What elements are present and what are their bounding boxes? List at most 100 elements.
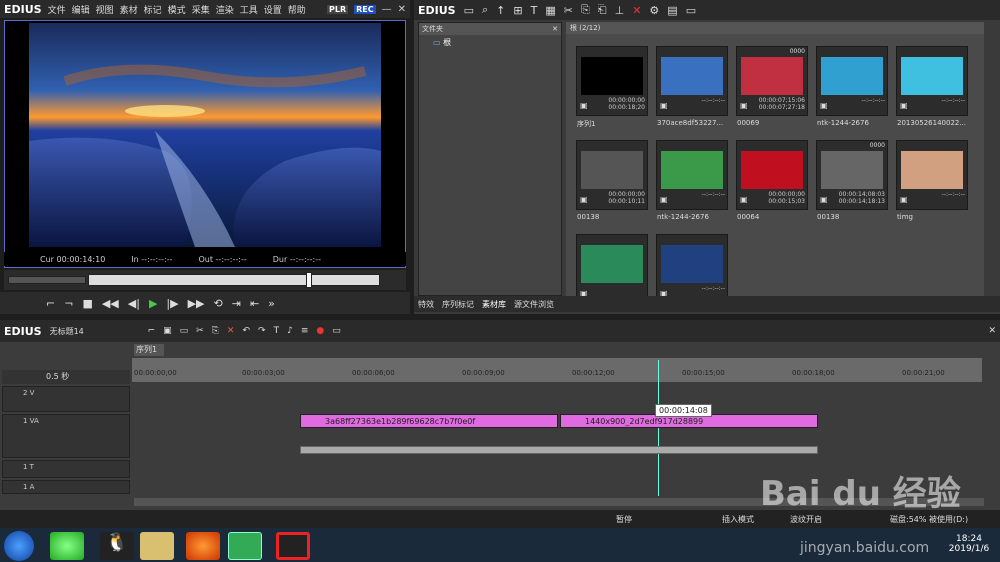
menu-edit[interactable]: 编辑 [72, 3, 90, 16]
qq-icon[interactable]: 🐧 [100, 532, 134, 560]
save-icon[interactable]: ▭ [180, 326, 189, 336]
clip-card[interactable]: 00:00:00;00 00:00:15;03 ▣ 00064 [736, 140, 808, 221]
set-out-icon[interactable]: ¬ [64, 297, 73, 310]
overwrite-icon[interactable]: ⇤ [250, 297, 259, 310]
track-header-1a[interactable]: 1 A [2, 480, 130, 494]
clip-card[interactable]: ▣ [576, 234, 648, 304]
clip-card[interactable]: 0000 00:00:14;08:03 00:00:14;18:13 ▣ 00138 [816, 140, 888, 221]
position-handle[interactable] [306, 272, 312, 288]
start-button[interactable] [4, 531, 34, 561]
properties-icon[interactable]: ⚙ [649, 4, 659, 17]
open-icon[interactable]: ▣ [163, 326, 172, 336]
folder-root[interactable]: ▭ 根 [419, 35, 561, 50]
360-browser-icon[interactable] [50, 532, 84, 560]
edius-taskbar-icon[interactable] [228, 532, 262, 560]
zoom-control[interactable]: 0.5 秒 [2, 370, 130, 384]
track-header-2v[interactable]: 2 V [2, 386, 130, 412]
fast-forward-icon[interactable]: ▶▶ [188, 297, 205, 310]
folder-close-icon[interactable]: ✕ [552, 23, 558, 35]
tab-seq-markers[interactable]: 序列标记 [442, 299, 474, 310]
clip-card[interactable]: 0000 00:00:07;15:06 00:00:07;27:18 ▣ 00069 [736, 46, 808, 127]
menu-render[interactable]: 渲染 [216, 3, 234, 16]
clip-thumbnail [661, 151, 723, 189]
stop-icon[interactable]: ■ [82, 297, 92, 310]
mixer-icon[interactable]: ≡ [301, 326, 309, 336]
menu-file[interactable]: 文件 [48, 3, 66, 16]
menu-settings[interactable]: 设置 [264, 3, 282, 16]
cut-icon[interactable]: ✂ [564, 4, 573, 17]
shuttle-slider[interactable] [8, 276, 86, 284]
tab-source-browser[interactable]: 源文件浏览 [514, 299, 554, 310]
menu-mode[interactable]: 模式 [168, 3, 186, 16]
clip-name: 00138 [817, 213, 840, 221]
play-icon[interactable]: ▶ [149, 297, 157, 310]
step-forward-icon[interactable]: |▶ [166, 297, 178, 310]
scrub-bar[interactable] [4, 270, 406, 290]
folder-icon[interactable]: ▭ [464, 4, 474, 17]
delete-tl-icon[interactable]: ✕ [227, 326, 235, 336]
timeline-ruler[interactable]: 00:00:00;00 00:00:03;00 00:00:06;00 00:0… [132, 358, 982, 382]
status-insert[interactable]: 插入模式 [722, 514, 754, 525]
clip-card[interactable]: 00:00:00;00 00:00:10;11 ▣ 00138 [576, 140, 648, 221]
close-icon[interactable]: ✕ [398, 4, 410, 15]
search-icon[interactable]: ⌕ [482, 3, 488, 17]
add-clip-icon[interactable]: ⊞ [513, 4, 522, 17]
redo-icon[interactable]: ↷ [258, 326, 266, 336]
mic-icon[interactable]: ♪ [287, 326, 293, 336]
rec-toggle[interactable]: REC [354, 4, 376, 14]
timeline-clip[interactable]: 3a68ff27363e1b289f69628c7b7f0e0f [300, 414, 558, 428]
clip-card[interactable]: --:--:--:-- ▣ 370ace8df53227... [656, 46, 728, 127]
render-icon[interactable]: ● [316, 326, 324, 336]
copy-icon[interactable]: ⎘ [581, 3, 590, 17]
title-icon[interactable]: T [531, 4, 538, 17]
up-icon[interactable]: ↑ [496, 4, 505, 17]
title-tl-icon[interactable]: T [274, 326, 280, 336]
menu-tools[interactable]: 工具 [240, 3, 258, 16]
track-header-1t[interactable]: 1 T [2, 460, 130, 478]
track-header-1va[interactable]: 1 VA [2, 414, 130, 458]
explorer-icon[interactable] [140, 532, 174, 560]
timeline-close-icon[interactable]: ✕ [988, 326, 1000, 336]
color-bar-icon[interactable]: ▦ [545, 4, 555, 17]
clip-card[interactable]: --:--:--:-- ▣ ntk-1244-2676 [656, 140, 728, 221]
minimize-icon[interactable]: — [382, 4, 392, 15]
cut-tl-icon[interactable]: ✂ [196, 326, 204, 336]
bin-window-icon[interactable]: ▭ [686, 4, 696, 17]
playhead[interactable] [658, 360, 659, 496]
clip-card[interactable]: --:--:--:-- ▣ ntk-1244-2676 [816, 46, 888, 127]
clip-card[interactable]: --:--:--:-- ▣ timg [896, 140, 968, 221]
root-folder-icon: ▭ [433, 38, 441, 47]
menu-marker[interactable]: 标记 [144, 3, 162, 16]
position-slider[interactable] [88, 274, 380, 286]
menu-clip[interactable]: 素材 [120, 3, 138, 16]
layout-icon[interactable]: ▭ [332, 326, 341, 336]
tab-effects[interactable]: 特效 [418, 299, 434, 310]
copy-tl-icon[interactable]: ⎘ [212, 326, 219, 336]
menu-capture[interactable]: 采集 [192, 3, 210, 16]
menu-help[interactable]: 帮助 [288, 3, 306, 16]
firefox-icon[interactable] [186, 532, 220, 560]
plr-toggle[interactable]: PLR [326, 4, 349, 14]
insert-icon[interactable]: ⇥ [232, 297, 241, 310]
delete-icon[interactable]: ✕ [632, 4, 641, 17]
sequence-tab[interactable]: 序列1 [134, 344, 164, 356]
view-icon[interactable]: ▤ [667, 4, 677, 17]
more-icon[interactable]: » [268, 297, 275, 310]
new-sequence-icon[interactable]: ⌐ [148, 326, 156, 336]
paste-icon[interactable]: ⎗ [598, 3, 607, 17]
undo-icon[interactable]: ↶ [242, 326, 250, 336]
clip-timecode: 00:00:00;00 00:00:18;20 [608, 97, 645, 111]
loop-icon[interactable]: ⟲ [214, 297, 223, 310]
step-back-icon[interactable]: ◀| [128, 297, 140, 310]
clip-card[interactable]: 00:00:00;00 00:00:18;20 ▣ 序列1 [576, 46, 648, 128]
clip-card[interactable]: --:--:--:-- ▣ 20130526140022... [896, 46, 968, 127]
rewind-icon[interactable]: ◀◀ [102, 297, 119, 310]
audio-clip[interactable] [300, 446, 818, 454]
status-wave[interactable]: 波纹开启 [790, 514, 822, 525]
set-in-icon[interactable]: ⌐ [46, 297, 55, 310]
tab-bin[interactable]: 素材库 [482, 299, 506, 310]
record-icon[interactable] [276, 532, 310, 560]
add-to-timeline-icon[interactable]: ⊥ [615, 4, 625, 17]
clip-card[interactable]: --:--:--:-- ▣ [656, 234, 728, 304]
menu-view[interactable]: 视图 [96, 3, 114, 16]
